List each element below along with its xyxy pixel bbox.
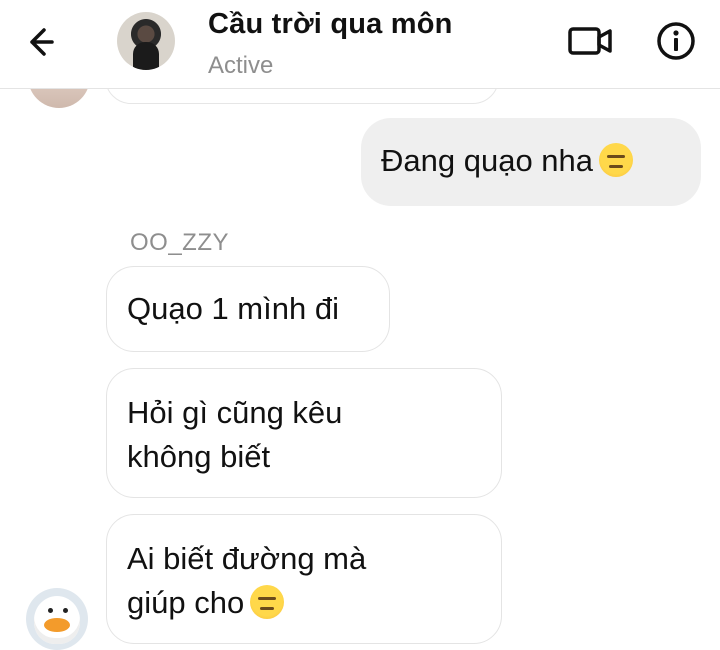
expressionless-face-emoji-icon	[599, 143, 634, 177]
outgoing-message-bubble[interactable]: Đang quạo nha	[361, 118, 701, 206]
active-status: Active	[208, 52, 274, 79]
avatar-beak	[44, 618, 70, 632]
back-button[interactable]	[22, 22, 70, 62]
arrow-left-icon	[30, 28, 54, 56]
info-circle-icon	[657, 22, 695, 60]
message-text: Quạo 1 mình đi	[127, 291, 339, 326]
sender-avatar[interactable]	[26, 588, 88, 650]
message-line: Hỏi gì cũng kêu	[127, 395, 343, 430]
message-line: Ai biết đường mà	[127, 541, 367, 576]
incoming-message-bubble[interactable]: Hỏi gì cũng kêu không biết	[106, 368, 502, 498]
sender-name: OO_ZZY	[130, 229, 230, 256]
chat-title[interactable]: Cầu trời qua môn	[208, 8, 453, 41]
incoming-message-bubble[interactable]: Ai biết đường mà giúp cho	[106, 514, 502, 644]
message-text: Hỏi gì cũng kêu không biết	[127, 391, 342, 479]
message-line: giúp cho	[127, 581, 366, 625]
video-call-button[interactable]	[566, 20, 616, 60]
contact-avatar[interactable]	[117, 12, 175, 70]
message-text: Đang quạo nha	[381, 143, 634, 179]
incoming-message-bubble[interactable]: Quạo 1 mình đi	[106, 266, 390, 352]
expressionless-face-emoji-icon	[250, 585, 285, 619]
info-button[interactable]	[655, 20, 697, 62]
avatar-eye	[63, 608, 68, 613]
message-text-content: Đang quạo nha	[381, 143, 594, 178]
avatar-figure	[133, 42, 159, 70]
message-line: không biết	[127, 439, 271, 474]
avatar-eye	[48, 608, 53, 613]
video-camera-icon	[568, 27, 612, 55]
message-text-content: giúp cho	[127, 585, 245, 620]
chat-header: Cầu trời qua môn Active	[0, 0, 720, 89]
message-text: Ai biết đường mà giúp cho	[127, 537, 366, 625]
